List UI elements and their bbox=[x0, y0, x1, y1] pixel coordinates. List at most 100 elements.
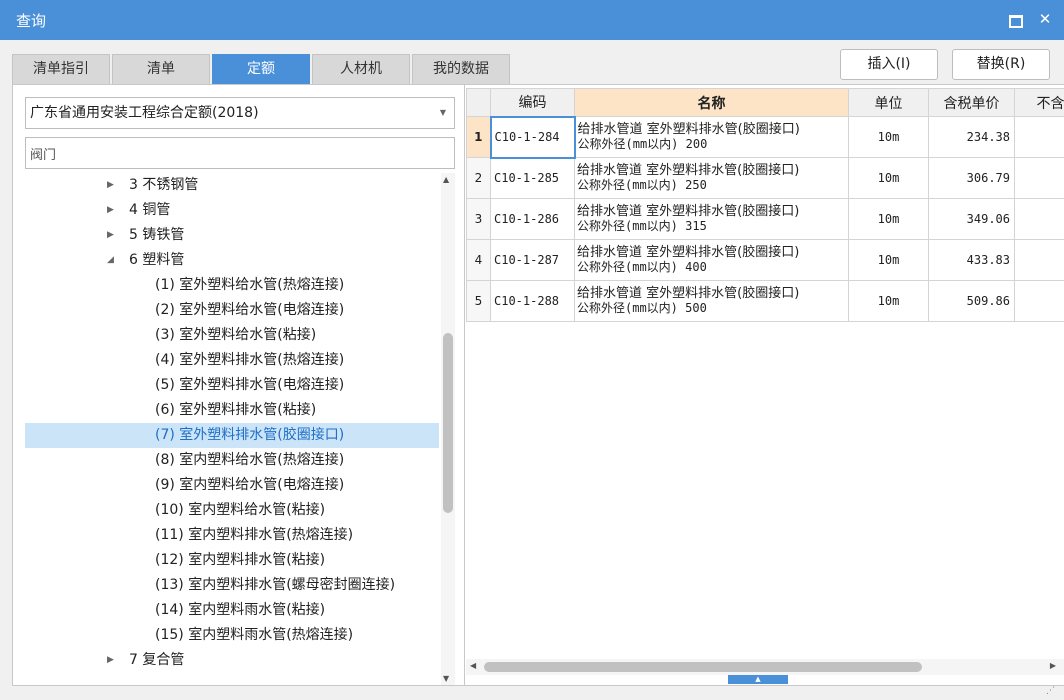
column-header-no-tax-price[interactable]: 不含 bbox=[1014, 88, 1064, 117]
tree-item[interactable]: (8) 室内塑料给水管(热熔连接) bbox=[25, 448, 439, 473]
insert-button[interactable]: 插入(I) bbox=[840, 49, 938, 80]
quota-code[interactable]: C10-1-288 bbox=[490, 280, 575, 322]
chevron-down-icon: ▼ bbox=[439, 108, 446, 117]
quota-name[interactable]: 给排水管道 室外塑料排水管(胶圈接口) 公称外径(mm以内) 400 bbox=[574, 239, 849, 281]
scroll-left-icon[interactable]: ◀ bbox=[470, 661, 476, 670]
tree-item[interactable]: (9) 室内塑料给水管(电熔连接) bbox=[25, 473, 439, 498]
tree-item[interactable]: (10) 室内塑料给水管(粘接) bbox=[25, 498, 439, 523]
tab-my-data[interactable]: 我的数据 bbox=[412, 54, 510, 84]
tree-item[interactable]: (13) 室内塑料排水管(螺母密封圈连接) bbox=[25, 573, 439, 598]
scroll-down-icon[interactable]: ▼ bbox=[443, 674, 449, 683]
tree-item[interactable]: (3) 室外塑料给水管(粘接) bbox=[25, 323, 439, 348]
tab-quota[interactable]: 定额 bbox=[212, 54, 310, 84]
quota-code[interactable]: C10-1-286 bbox=[490, 198, 575, 240]
tree-item[interactable]: (5) 室外塑料排水管(电熔连接) bbox=[25, 373, 439, 398]
quota-name[interactable]: 给排水管道 室外塑料排水管(胶圈接口) 公称外径(mm以内) 250 bbox=[574, 157, 849, 199]
quota-no-tax-price[interactable] bbox=[1014, 280, 1064, 322]
tree-scrollbar[interactable]: ▲ ▼ bbox=[441, 173, 455, 685]
replace-button[interactable]: 替换(R) bbox=[952, 49, 1050, 80]
quota-code[interactable]: C10-1-285 bbox=[490, 157, 575, 199]
expand-panel-icon[interactable]: ▲ bbox=[728, 675, 788, 684]
scroll-right-icon[interactable]: ▶ bbox=[1050, 661, 1056, 670]
quota-unit[interactable]: 10m bbox=[848, 198, 929, 240]
tree-item[interactable]: (14) 室内塑料雨水管(粘接) bbox=[25, 598, 439, 623]
expand-arrow-icon[interactable]: ▶ bbox=[107, 223, 121, 248]
quota-name[interactable]: 给排水管道 室外塑料排水管(胶圈接口) 公称外径(mm以内) 500 bbox=[574, 280, 849, 322]
quota-unit[interactable]: 10m bbox=[848, 116, 929, 158]
quota-no-tax-price[interactable] bbox=[1014, 116, 1064, 158]
scrollbar-thumb[interactable] bbox=[484, 662, 922, 672]
tree-item-label: (11) 室内塑料排水管(热熔连接) bbox=[155, 527, 354, 543]
search-input[interactable] bbox=[25, 137, 455, 169]
scroll-up-icon[interactable]: ▲ bbox=[443, 175, 449, 184]
quota-unit[interactable]: 10m bbox=[848, 157, 929, 199]
column-header-unit[interactable]: 单位 bbox=[848, 88, 929, 117]
scrollbar-thumb[interactable] bbox=[443, 333, 453, 513]
right-pane: 编码 名称 单位 含税单价 不含 1 C10-1-284 给排水管道 室外塑料排… bbox=[466, 85, 1064, 685]
table-horizontal-scrollbar[interactable]: ◀ ▶ bbox=[466, 659, 1064, 675]
quota-tax-price[interactable]: 433.83 bbox=[928, 239, 1015, 281]
tab-bill[interactable]: 清单 bbox=[112, 54, 210, 84]
tree-item[interactable]: (11) 室内塑料排水管(热熔连接) bbox=[25, 523, 439, 548]
expand-arrow-icon[interactable]: ▶ bbox=[107, 198, 121, 223]
close-icon[interactable]: ✕ bbox=[1034, 8, 1056, 30]
library-select[interactable]: 广东省通用安装工程综合定额(2018) ▼ bbox=[25, 97, 455, 129]
tree-item[interactable]: (4) 室外塑料排水管(热熔连接) bbox=[25, 348, 439, 373]
row-number: 5 bbox=[466, 280, 491, 322]
expand-arrow-icon[interactable]: ▶ bbox=[107, 173, 121, 198]
table-row[interactable]: 1 C10-1-284 给排水管道 室外塑料排水管(胶圈接口) 公称外径(mm以内… bbox=[466, 115, 1064, 159]
expand-arrow-icon[interactable]: ▶ bbox=[107, 648, 121, 673]
quota-no-tax-price[interactable] bbox=[1014, 157, 1064, 199]
column-header-name[interactable]: 名称 bbox=[574, 88, 849, 117]
tab-labor-material-machine[interactable]: 人材机 bbox=[312, 54, 410, 84]
resize-grip-icon[interactable]: ⋰ bbox=[1046, 686, 1060, 698]
tree-item-label: (6) 室外塑料排水管(粘接) bbox=[155, 402, 317, 418]
tree-item[interactable]: (12) 室内塑料排水管(粘接) bbox=[25, 548, 439, 573]
tree-item-label: (13) 室内塑料排水管(螺母密封圈连接) bbox=[155, 577, 396, 593]
tree-item-label: (14) 室内塑料雨水管(粘接) bbox=[155, 602, 326, 618]
row-number: 1 bbox=[466, 116, 491, 158]
column-header-code[interactable]: 编码 bbox=[490, 88, 575, 117]
quota-code[interactable]: C10-1-284 bbox=[489, 115, 576, 159]
tree-item[interactable]: (1) 室外塑料给水管(热熔连接) bbox=[25, 273, 439, 298]
row-number: 3 bbox=[466, 198, 491, 240]
tree-item[interactable]: ◢ 6 塑料管 bbox=[25, 248, 439, 273]
table-row[interactable]: 4 C10-1-287 给排水管道 室外塑料排水管(胶圈接口) 公称外径(mm以内… bbox=[466, 239, 1064, 281]
quota-no-tax-price[interactable] bbox=[1014, 198, 1064, 240]
tree-item-label: (2) 室外塑料给水管(电熔连接) bbox=[155, 302, 345, 318]
tree-item[interactable]: ▶ 7 复合管 bbox=[25, 648, 439, 673]
tree-item[interactable]: (6) 室外塑料排水管(粘接) bbox=[25, 398, 439, 423]
table-row[interactable]: 3 C10-1-286 给排水管道 室外塑料排水管(胶圈接口) 公称外径(mm以内… bbox=[466, 198, 1064, 240]
quota-tax-price[interactable]: 306.79 bbox=[928, 157, 1015, 199]
title-bar: 查询 ✕ bbox=[0, 0, 1064, 40]
quota-name-line1: 给排水管道 室外塑料排水管(胶圈接口) bbox=[577, 122, 800, 137]
library-select-value: 广东省通用安装工程综合定额(2018) bbox=[30, 105, 259, 121]
quota-tax-price[interactable]: 349.06 bbox=[928, 198, 1015, 240]
table-row[interactable]: 2 C10-1-285 给排水管道 室外塑料排水管(胶圈接口) 公称外径(mm以内… bbox=[466, 157, 1064, 199]
maximize-icon[interactable] bbox=[1004, 8, 1026, 30]
quota-name[interactable]: 给排水管道 室外塑料排水管(胶圈接口) 公称外径(mm以内) 200 bbox=[574, 116, 849, 158]
tree-item-label: (8) 室内塑料给水管(热熔连接) bbox=[155, 452, 345, 468]
tab-bill-guide[interactable]: 清单指引 bbox=[12, 54, 110, 84]
tree-item[interactable]: ▶ 4 铜管 bbox=[25, 198, 439, 223]
column-header-tax-price[interactable]: 含税单价 bbox=[928, 88, 1015, 117]
tree-item-label: 5 铸铁管 bbox=[129, 227, 185, 243]
quota-unit[interactable]: 10m bbox=[848, 280, 929, 322]
tree-item[interactable]: ▶ 5 铸铁管 bbox=[25, 223, 439, 248]
table-row[interactable]: 5 C10-1-288 给排水管道 室外塑料排水管(胶圈接口) 公称外径(mm以内… bbox=[466, 280, 1064, 322]
tree-item[interactable]: (15) 室内塑料雨水管(热熔连接) bbox=[25, 623, 439, 648]
tree-item[interactable]: ▶ 3 不锈钢管 bbox=[25, 173, 439, 198]
tree-item-label: 6 塑料管 bbox=[129, 252, 185, 268]
quota-tax-price[interactable]: 234.38 bbox=[928, 116, 1015, 158]
row-number: 2 bbox=[466, 157, 491, 199]
collapse-arrow-icon[interactable]: ◢ bbox=[107, 248, 121, 273]
quota-code[interactable]: C10-1-287 bbox=[490, 239, 575, 281]
quota-no-tax-price[interactable] bbox=[1014, 239, 1064, 281]
quota-name-line1: 给排水管道 室外塑料排水管(胶圈接口) bbox=[577, 286, 800, 301]
quota-tax-price[interactable]: 509.86 bbox=[928, 280, 1015, 322]
quota-unit[interactable]: 10m bbox=[848, 239, 929, 281]
tree-item-label: (12) 室内塑料排水管(粘接) bbox=[155, 552, 326, 568]
tree-item[interactable]: (2) 室外塑料给水管(电熔连接) bbox=[25, 298, 439, 323]
quota-name[interactable]: 给排水管道 室外塑料排水管(胶圈接口) 公称外径(mm以内) 315 bbox=[574, 198, 849, 240]
tree-item-selected[interactable]: (7) 室外塑料排水管(胶圈接口) bbox=[25, 423, 439, 448]
